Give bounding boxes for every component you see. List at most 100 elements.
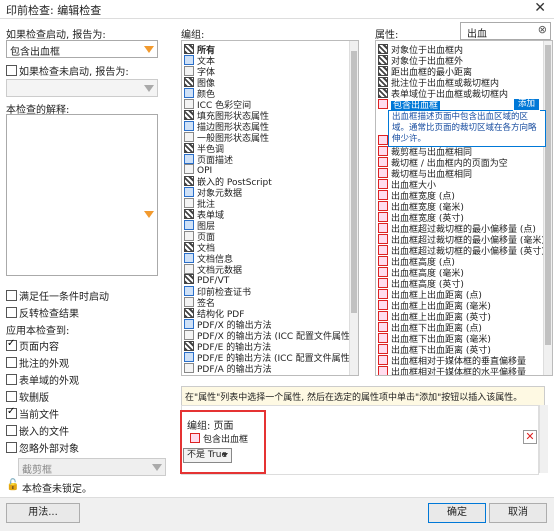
explanation-textarea[interactable] (6, 114, 158, 276)
property-item[interactable]: 出血框宽度 (点) (378, 189, 540, 202)
group-item[interactable]: 签名 (184, 296, 215, 309)
delete-condition-icon[interactable]: ✕ (523, 430, 537, 444)
group-item[interactable]: 嵌入的 PostScript (184, 175, 272, 188)
property-item[interactable]: 出血框下出血距离 (毫米) (378, 332, 540, 345)
ignore-external-checkbox[interactable] (6, 442, 17, 453)
group-item[interactable]: 文本 (184, 54, 215, 67)
property-search-input[interactable]: 出血 ⊗ (460, 22, 551, 40)
pdf-page-icon (378, 366, 388, 375)
if-enabled-select[interactable]: 包含出血框 (6, 40, 158, 58)
any-condition-checkbox[interactable] (6, 290, 17, 301)
invert-result-checkbox[interactable] (6, 307, 17, 318)
pdf-page-icon (378, 201, 388, 211)
property-item[interactable]: 出血框相对于媒体框的垂直偏移量 (378, 354, 540, 367)
group-item[interactable]: OPI (184, 164, 212, 176)
property-item[interactable]: 出血框相对于媒体框的水平偏移量 (378, 365, 540, 375)
if-disabled-checkbox[interactable] (6, 65, 17, 76)
properties-scrollbar[interactable] (543, 41, 552, 375)
scroll-thumb[interactable] (351, 51, 357, 313)
apply-embedded-checkbox[interactable] (6, 425, 17, 436)
group-item[interactable]: 印前检查证书 (184, 285, 251, 298)
group-item[interactable]: PDF/X 的输出方法 (184, 318, 272, 331)
group-item[interactable]: 批注 (184, 197, 215, 210)
apply-current-file-checkbox[interactable] (6, 406, 17, 419)
property-item[interactable]: 出血框大小 (378, 178, 540, 191)
cancel-button[interactable]: 取消 (489, 503, 547, 523)
property-item[interactable]: 对象位于出血框外 (378, 54, 540, 67)
group-item[interactable]: 描边图形状态属性 (184, 120, 269, 133)
add-badge-button[interactable]: 添加 (513, 98, 541, 111)
group-item[interactable]: ICC 色彩空间 (184, 98, 251, 111)
usage-button[interactable]: 用法... (6, 503, 80, 523)
scroll-thumb[interactable] (545, 45, 551, 345)
group-item[interactable]: 对象元数据 (184, 186, 242, 199)
group-item[interactable]: PDF/X 的输出方法 (ICC 配置文件属性) (184, 329, 354, 342)
property-item[interactable]: 裁切框 / 出血框内的页面为空 (378, 156, 540, 169)
group-item[interactable]: 页面 (184, 230, 215, 243)
property-item[interactable]: 出血框上出血距离 (毫米) (378, 299, 540, 312)
apply-annotation-checkbox[interactable] (6, 357, 17, 368)
property-item[interactable]: 出血框下出血距离 (英寸) (378, 343, 540, 356)
condition-scrollbar[interactable] (539, 405, 548, 473)
apply-item-label: 忽略外部对象 (19, 444, 79, 455)
group-item[interactable]: 文档元数据 (184, 263, 242, 276)
property-item[interactable]: 出血框宽度 (英寸) (378, 211, 540, 224)
group-item[interactable]: PDF/E 的输出方法 (ICC 配置文件属性) (184, 351, 353, 364)
property-item[interactable]: 出血框超过裁切框的最小偏移量 (毫米) (378, 233, 545, 246)
group-item[interactable]: 字体 (184, 65, 215, 78)
properties-label: 属性: (375, 30, 399, 41)
group-item[interactable]: 填充图形状态属性 (184, 109, 269, 122)
clear-search-icon[interactable]: ⊗ (538, 23, 547, 36)
crop-box-select[interactable]: 截剪框 (18, 458, 166, 476)
group-item[interactable]: 页面描述 (184, 153, 233, 166)
group-item[interactable]: PDF/E 的输出方法 (184, 340, 271, 353)
property-tooltip: 出血框描述页面中包含出血区域的区域。通常比页面的裁切区域在各方向略伸少许。 (388, 110, 546, 147)
apply-item-label: 页面内容 (19, 342, 59, 353)
group-item[interactable]: 结构化 PDF (184, 307, 244, 320)
apply-form-checkbox[interactable] (6, 374, 17, 385)
property-item[interactable]: 出血框高度 (点) (378, 255, 540, 268)
property-item[interactable]: 出血框高度 (毫米) (378, 266, 540, 279)
groups-scrollbar[interactable] (349, 41, 358, 375)
property-item[interactable]: 出血框高度 (英寸) (378, 277, 540, 290)
group-item[interactable]: 一般图形状态属性 (184, 131, 269, 144)
group-item[interactable]: 半色调 (184, 142, 224, 155)
opi-icon (184, 164, 194, 174)
property-item[interactable]: 出血框上出血距离 (点) (378, 288, 540, 301)
property-item[interactable]: 批注位于出血框或裁切框内 (378, 76, 540, 89)
group-item[interactable]: 文档 (184, 241, 215, 254)
property-item[interactable]: 出血框上出血距离 (英寸) (378, 310, 540, 323)
ok-button[interactable]: 确定 (428, 503, 486, 523)
document-icon (184, 242, 194, 252)
property-item[interactable]: 出血框超过裁切框的最小偏移量 (英寸) (378, 244, 545, 257)
if-disabled-select[interactable] (6, 79, 158, 97)
group-item[interactable]: 图像 (184, 76, 215, 89)
property-item[interactable]: 对象位于出血框内 (378, 43, 540, 56)
apply-softproof-checkbox[interactable] (6, 391, 17, 402)
group-item[interactable]: PDF/A 的输出方法 (184, 362, 272, 375)
property-item[interactable]: 出血框下出血距离 (点) (378, 321, 540, 334)
pdfe-icc-icon (184, 352, 194, 362)
pdf-page-icon (378, 212, 388, 222)
property-item[interactable]: 出血框宽度 (毫米) (378, 200, 540, 213)
group-item[interactable]: 颜色 (184, 87, 215, 100)
groups-label: 编组: (181, 30, 205, 41)
property-item[interactable]: 距出血框的最小距离 (378, 65, 540, 78)
group-item[interactable]: 所有 (184, 43, 215, 56)
property-item[interactable]: 表单域位于出血框或裁切框内 (378, 87, 540, 100)
apply-item-label: 批注的外观 (19, 359, 69, 370)
pdf-page-icon (378, 234, 388, 244)
properties-list[interactable]: 对象位于出血框内 对象位于出血框外 距出血框的最小距离 批注位于出血框或裁切框内 表单域… (375, 40, 553, 376)
group-item[interactable]: PDF/VT (184, 274, 229, 286)
apply-page-content-checkbox[interactable] (6, 338, 17, 351)
lock-icon[interactable]: 🔓 (6, 478, 20, 491)
property-item[interactable]: 裁切框与出血框相同 (378, 167, 540, 180)
pdf-page-icon (378, 311, 388, 321)
group-item[interactable]: 表单域 (184, 208, 224, 221)
groups-list[interactable]: 所有 文本 字体 图像 颜色 ICC 色彩空间 填充图形状态属性 描边图形状态属性 一般图形状态… (181, 40, 359, 376)
property-item[interactable]: 出血框超过裁切框的最小偏移量 (点) (378, 222, 540, 235)
group-item[interactable]: 图层 (184, 219, 215, 232)
pdf-page-icon (378, 300, 388, 310)
close-icon[interactable]: ✕ (534, 0, 546, 16)
group-item[interactable]: 文档信息 (184, 252, 233, 265)
